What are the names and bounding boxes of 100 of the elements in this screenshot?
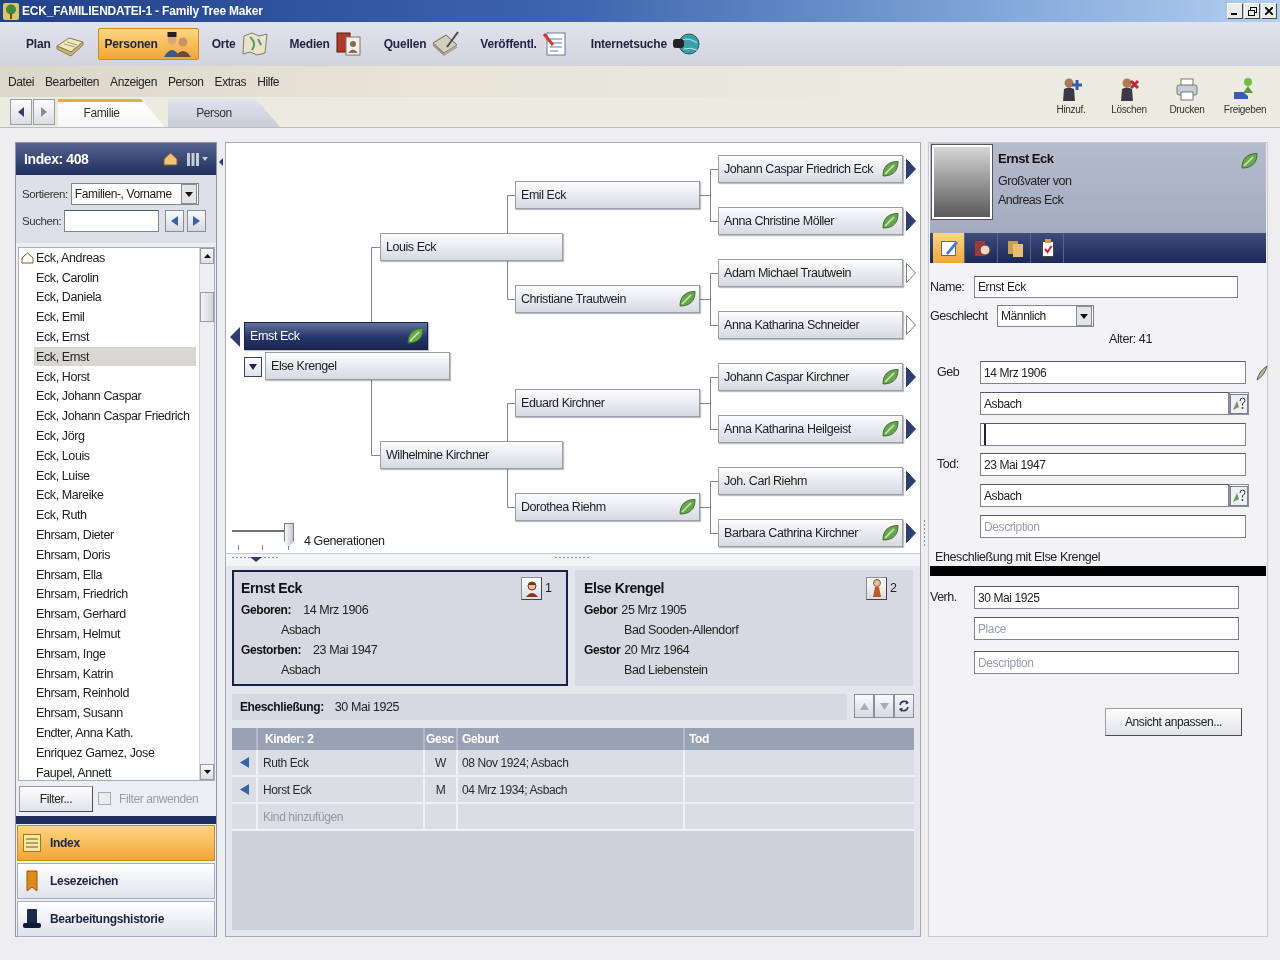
toolbar-button[interactable]: Drucken (1158, 77, 1216, 115)
person-card[interactable]: Ernst Eck 1 Geboren: 14 Mrz 1906 Asbach Gestorben: 23 Mai 1947 Asbach (232, 570, 568, 686)
list-item[interactable]: Ehrsam, Friedrich (34, 584, 196, 604)
restore-button[interactable] (1244, 3, 1260, 19)
input-field[interactable]: 30 Mai 1925 (974, 586, 1239, 609)
nav-item[interactable]: Bearbeitungshistorie (17, 901, 215, 937)
list-item[interactable]: Ehrsam, Katrin (34, 664, 196, 684)
list-item[interactable]: Ehrsam, Susann (34, 703, 196, 723)
list-item[interactable]: Eck, Carolin (34, 268, 196, 288)
menu-item[interactable]: Anzeigen (110, 74, 157, 89)
table-row[interactable]: Horst Eck M 04 Mrz 1934; Asbach (232, 777, 914, 804)
person-node[interactable]: Louis Eck (380, 233, 563, 261)
list-item[interactable]: Endter, Anna Kath. (34, 723, 196, 743)
menu-item[interactable]: Hilfe (257, 74, 280, 89)
person-node[interactable]: Emil Eck (515, 181, 700, 209)
right-arrow-icon[interactable] (906, 211, 916, 231)
place-lookup-button[interactable] (1229, 392, 1249, 415)
back-button[interactable] (10, 99, 32, 125)
input-field[interactable]: Ernst Eck (974, 276, 1238, 298)
scroll-thumb[interactable] (200, 292, 214, 322)
list-item[interactable]: Ehrsam, Dieter (34, 525, 196, 545)
list-item[interactable]: Faupel, Annett (34, 763, 196, 780)
toolbar-button[interactable]: Löschen (1100, 77, 1158, 115)
outline-right-arrow-icon[interactable] (906, 315, 916, 335)
input-field[interactable] (980, 423, 1246, 446)
input-field[interactable]: 14 Mrz 1906 (980, 361, 1246, 384)
slider-thumb[interactable] (284, 523, 294, 547)
person-card[interactable]: Else Krengel 2 Gebor 25 Mrz 1905 Bad Sooden-Allendorf Gestor 20 Mrz 1964 Bad Liebenstein (575, 570, 913, 686)
list-item[interactable]: Eck, Horst (34, 367, 196, 387)
close-button[interactable] (1261, 3, 1277, 19)
toolbar-button[interactable]: Freigeben (1216, 77, 1274, 115)
list-item[interactable]: Eck, Luise (34, 466, 196, 486)
scroll-up-button[interactable] (200, 248, 214, 264)
person-node[interactable]: Johann Caspar Friedrich Eck (718, 155, 903, 183)
input-field[interactable]: Asbach (980, 392, 1229, 415)
list-item[interactable]: Eck, Louis (34, 446, 196, 466)
person-node[interactable]: Adam Michael Trautwein (718, 259, 903, 287)
list-item[interactable]: Ehrsam, Ella (34, 565, 196, 585)
person-node[interactable]: Wilhelmine Kirchner (380, 441, 563, 469)
list-item[interactable]: Eck, Jörg (34, 426, 196, 446)
move-up-button[interactable] (854, 694, 874, 718)
left-arrow-icon[interactable] (230, 327, 240, 347)
list-item[interactable]: Enriquez Gamez, Jose (34, 743, 196, 763)
list-item[interactable]: Ehrsam, Inge (34, 644, 196, 664)
person-node[interactable]: Joh. Carl Riehm (718, 467, 903, 495)
sort-dropdown[interactable]: Familien-, Vorname (70, 183, 199, 205)
workspace-button[interactable]: Internetsuche (583, 28, 708, 60)
nav-item[interactable]: Index (17, 825, 215, 861)
person-node[interactable]: Else Krengel (265, 352, 450, 380)
menu-item[interactable]: Datei (8, 74, 34, 89)
right-arrow-icon[interactable] (906, 471, 916, 491)
customize-view-button[interactable]: Ansicht anpassen... (1105, 708, 1242, 736)
input-field[interactable]: Place (974, 617, 1239, 640)
input-field[interactable]: 23 Mai 1947 (980, 453, 1246, 476)
place-lookup-button[interactable] (1229, 484, 1249, 507)
right-arrow-icon[interactable] (906, 159, 916, 179)
workspace-button[interactable]: Orte (204, 28, 277, 60)
tab[interactable]: Person (168, 99, 280, 127)
person-node[interactable]: Ernst Eck (244, 322, 428, 350)
tab[interactable] (933, 233, 965, 263)
person-node[interactable]: Anna Katharina Schneider (718, 311, 903, 339)
workspace-button[interactable]: Veröffentl. (473, 28, 578, 60)
list-item[interactable]: Eck, Andreas (34, 248, 196, 268)
list-item[interactable]: Eck, Johann Caspar Friedrich (34, 406, 196, 426)
person-node[interactable]: Anna Christine Möller (718, 207, 903, 235)
person-node[interactable]: Anna Katharina Heilgeist (718, 415, 903, 443)
person-node[interactable]: Christiane Trautwein (515, 285, 700, 313)
list-item[interactable]: Eck, Johann Caspar (34, 386, 196, 406)
input-field[interactable]: Description (974, 651, 1239, 674)
person-node[interactable]: Eduard Kirchner (515, 389, 700, 417)
list-item[interactable]: Eck, Ernst (34, 327, 196, 347)
list-item[interactable]: Eck, Daniela (34, 288, 196, 307)
gender-dropdown[interactable]: Männlich (997, 305, 1094, 327)
list-item[interactable]: Eck, Emil (34, 307, 196, 327)
previous-button[interactable] (165, 210, 185, 232)
nav-item[interactable]: Lesezeichen (17, 863, 215, 899)
input-field[interactable]: Asbach (980, 484, 1229, 507)
list-item[interactable]: Ehrsam, Reinhold (34, 683, 196, 703)
swap-button[interactable] (894, 694, 914, 718)
person-node[interactable]: Barbara Cathrina Kirchner (718, 519, 903, 547)
workspace-button[interactable]: Medien (282, 28, 371, 60)
workspace-button[interactable]: Plan (19, 28, 92, 60)
person-button[interactable] (866, 576, 888, 600)
workspace-button[interactable]: Personen (97, 28, 199, 60)
menu-item[interactable]: Bearbeiten (45, 74, 100, 89)
outline-right-arrow-icon[interactable] (906, 263, 916, 283)
list-item[interactable]: Ehrsam, Doris (34, 545, 196, 565)
input-field[interactable]: Description (980, 515, 1246, 538)
table-row[interactable]: Ruth Eck W 08 Nov 1924; Asbach (232, 750, 914, 777)
scroll-down-button[interactable] (200, 764, 214, 780)
list-item[interactable]: Eck, Ernst (34, 347, 196, 367)
right-arrow-icon[interactable] (906, 523, 916, 543)
scrollbar[interactable] (199, 248, 214, 780)
person-node[interactable]: Johann Caspar Kirchner (718, 363, 903, 391)
search-field[interactable] (64, 210, 160, 232)
list-item[interactable]: Eck, Mareike (34, 485, 196, 505)
toolbar-button[interactable]: Hinzuf. (1042, 77, 1100, 115)
workspace-button[interactable]: Quellen (376, 28, 468, 60)
filter-button[interactable]: Filter... (19, 785, 93, 812)
person-node[interactable]: Dorothea Riehm (515, 493, 700, 521)
